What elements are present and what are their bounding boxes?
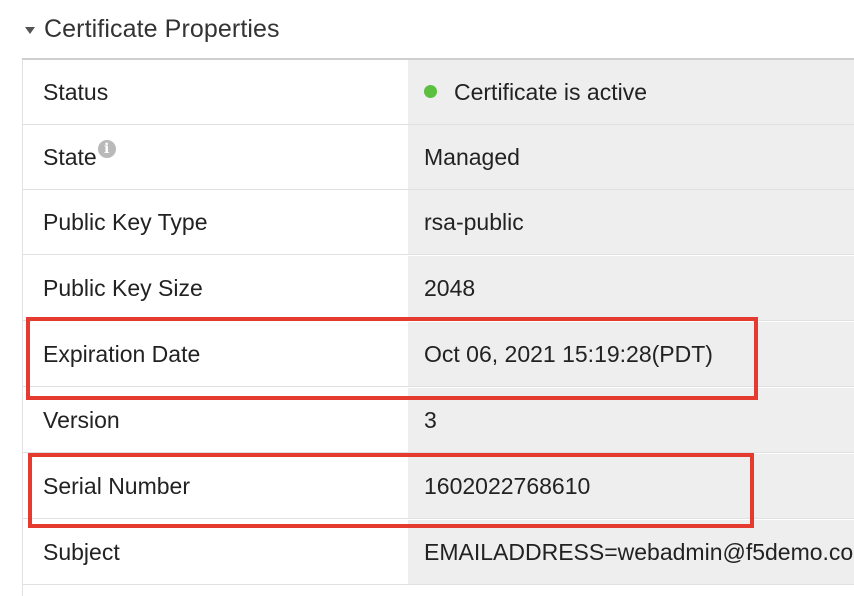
public-key-size-value-cell: 2048 [408, 256, 854, 320]
state-value: Managed [424, 144, 520, 170]
info-icon[interactable]: i [97, 140, 116, 158]
version-label: Version [43, 407, 120, 433]
version-value: 3 [424, 407, 437, 433]
section-title: Certificate Properties [44, 14, 280, 43]
serial-number-label: Serial Number [43, 473, 190, 499]
expiration-date-value: Oct 06, 2021 15:19:28(PDT) [424, 341, 713, 367]
section-header[interactable]: Certificate Properties [22, 0, 854, 60]
row-serial-number: Serial Number 1602022768610 [23, 454, 854, 519]
row-subject: Subject EMAILADDRESS=webadmin@f5demo.com [23, 520, 854, 585]
row-expiration-date: Expiration Date Oct 06, 2021 15:19:28(PD… [23, 322, 854, 387]
caret-down-icon[interactable] [25, 26, 35, 34]
public-key-size-value: 2048 [424, 275, 476, 301]
public-key-type-value-cell: rsa-public [408, 190, 854, 254]
expiration-date-label: Expiration Date [43, 341, 201, 367]
version-value-cell: 3 [408, 388, 854, 452]
row-version: Version 3 [23, 388, 854, 453]
row-public-key-size: Public Key Size 2048 [23, 256, 854, 321]
expiration-date-value-cell: Oct 06, 2021 15:19:28(PDT) [408, 322, 854, 386]
status-label: Status [43, 79, 109, 105]
subject-value-cell: EMAILADDRESS=webadmin@f5demo.com [408, 520, 854, 584]
state-value-cell: Managed [408, 125, 854, 189]
status-value: Certificate is active [454, 79, 648, 105]
public-key-type-label: Public Key Type [43, 209, 208, 235]
serial-number-value: 1602022768610 [424, 473, 591, 499]
row-state: State i Managed [23, 125, 854, 190]
subject-label: Subject [43, 539, 120, 565]
properties-table: Status Certificate is active State i Mana… [22, 60, 854, 596]
row-status: Status Certificate is active [23, 60, 854, 125]
public-key-type-value: rsa-public [424, 209, 524, 235]
subject-value: EMAILADDRESS=webadmin@f5demo.com [424, 539, 854, 565]
state-label: State [43, 144, 97, 170]
serial-number-value-cell: 1602022768610 [408, 454, 854, 518]
row-public-key-type: Public Key Type rsa-public [23, 190, 854, 255]
public-key-size-label: Public Key Size [43, 275, 203, 301]
status-value-cell: Certificate is active [408, 60, 854, 124]
status-active-indicator [424, 85, 437, 98]
